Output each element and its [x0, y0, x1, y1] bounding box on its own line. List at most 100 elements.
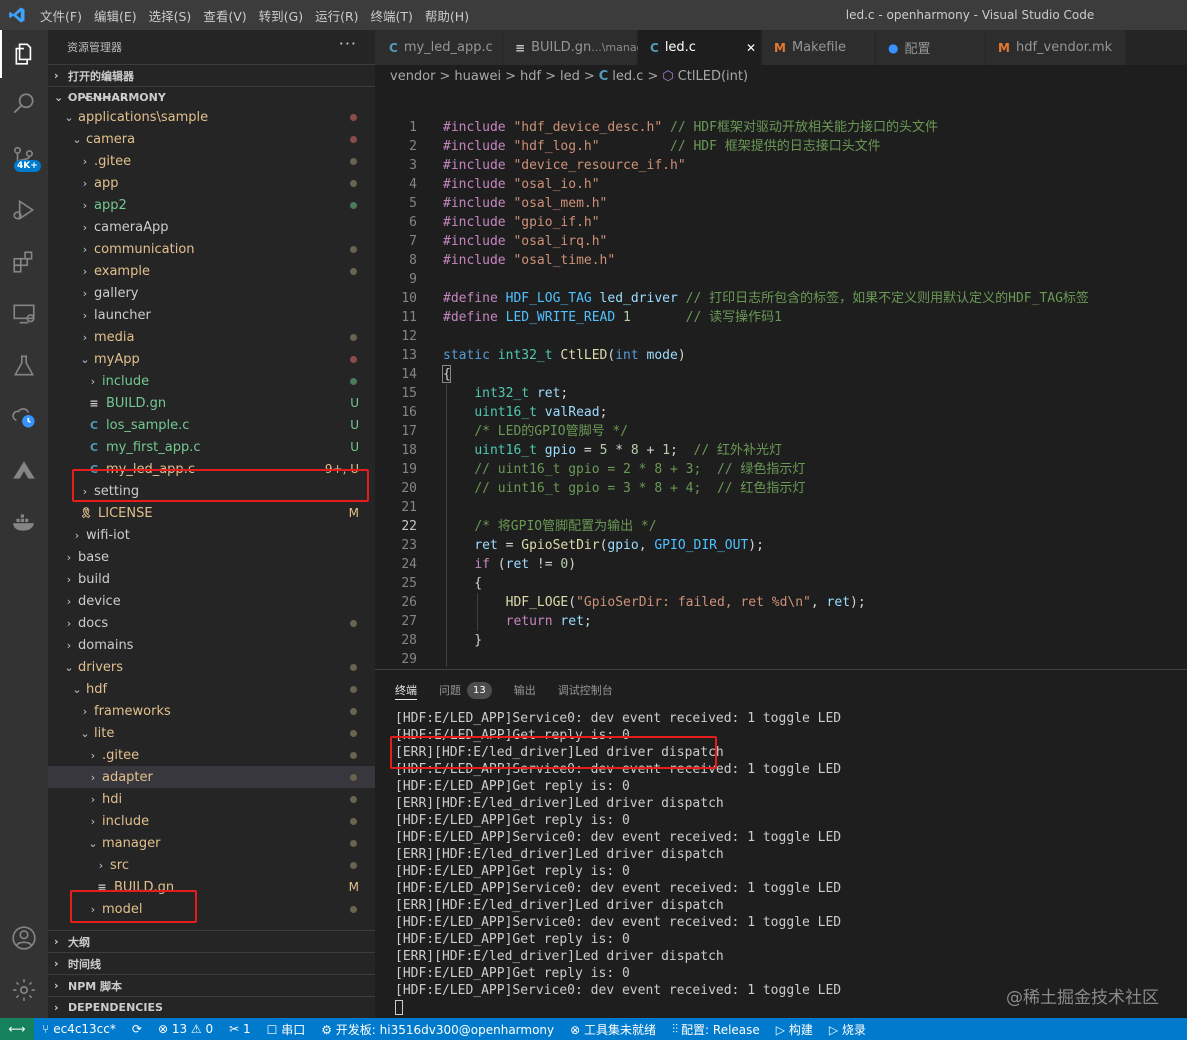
- board-status[interactable]: ⚙ 开发板: hi3516dv300@openharmony: [313, 1018, 562, 1040]
- timeline-section[interactable]: › 时间线: [48, 952, 375, 974]
- code-line[interactable]: #define LED_WRITE_READ 1 // 读写操作码1: [443, 308, 782, 327]
- tools-status[interactable]: ✂ 1: [221, 1018, 259, 1040]
- tree-item[interactable]: Clos_sample.c U: [48, 414, 375, 436]
- sync-status[interactable]: ⟳: [124, 1018, 150, 1040]
- code-line[interactable]: #include "osal_time.h": [443, 251, 615, 270]
- editor-tab[interactable]: M Makefile: [762, 30, 876, 65]
- menu-item-0[interactable]: 文件(F): [34, 6, 88, 25]
- menu-item-4[interactable]: 转到(G): [253, 6, 309, 25]
- menu-item-1[interactable]: 编辑(E): [88, 6, 143, 25]
- breadcrumb-item[interactable]: hdf: [520, 69, 541, 84]
- code-line[interactable]: #define HDF_LOG_TAG led_driver // 打印日志所包…: [443, 289, 1089, 308]
- code-line[interactable]: // uint16_t gpio = 2 * 8 + 3; // 绿色指示灯: [443, 460, 805, 479]
- code-line[interactable]: #include "osal_io.h": [443, 175, 600, 194]
- c-file-icon[interactable]: C: [599, 69, 609, 84]
- tab-output[interactable]: 输出: [514, 680, 536, 700]
- tree-item[interactable]: › app2: [48, 194, 375, 216]
- tree-item[interactable]: › .gitee: [48, 744, 375, 766]
- code-line[interactable]: HDF_LOGE("GpioSerDir: failed, ret %d\n",…: [443, 593, 866, 612]
- editor-tab[interactable]: ≡ BUILD.gn ...\manager: [503, 30, 655, 65]
- tree-item[interactable]: › launcher: [48, 304, 375, 326]
- tab-terminal[interactable]: 终端: [395, 680, 417, 700]
- tree-item[interactable]: 🎗 LICENSE M: [48, 502, 375, 524]
- editor-tab[interactable]: Mhdf_vendor.mk: [986, 30, 1126, 65]
- code-line[interactable]: ret = GpioSetDir(gpio, GPIO_DIR_OUT);: [443, 536, 764, 555]
- tree-item[interactable]: › build: [48, 568, 375, 590]
- code-line[interactable]: {: [443, 574, 482, 593]
- code-line[interactable]: #include "gpio_if.h": [443, 213, 600, 232]
- tree-item[interactable]: › media: [48, 326, 375, 348]
- explorer-icon[interactable]: [0, 30, 48, 78]
- breadcrumb-item[interactable]: CtlLED(int): [678, 69, 748, 84]
- code-line[interactable]: }: [443, 631, 482, 650]
- tree-item[interactable]: › include: [48, 810, 375, 832]
- timeline-cloud-icon[interactable]: [0, 394, 48, 442]
- run-debug-icon[interactable]: [0, 186, 48, 234]
- code-line[interactable]: #include "hdf_device_desc.h" // HDF框架对驱动…: [443, 118, 938, 137]
- menu-item-2[interactable]: 选择(S): [143, 6, 198, 25]
- build-button[interactable]: ▷ 构建: [768, 1018, 821, 1040]
- tree-item[interactable]: ⌄ myApp: [48, 348, 375, 370]
- outline-section[interactable]: › 大纲: [48, 930, 375, 952]
- code-line[interactable]: uint16_t gpio = 5 * 8 + 1; // 红外补光灯: [443, 441, 782, 460]
- tree-item[interactable]: › app: [48, 172, 375, 194]
- tree-item[interactable]: ⌄ lite: [48, 722, 375, 744]
- code-line[interactable]: static int32_t CtlLED(int mode): [443, 346, 686, 365]
- tree-item[interactable]: › base: [48, 546, 375, 568]
- tree-item[interactable]: › include: [48, 370, 375, 392]
- editor-tab[interactable]: ● 配置: [876, 30, 986, 65]
- tree-item[interactable]: ≡ BUILD.gn U: [48, 392, 375, 414]
- tree-item[interactable]: ›.vscode: [48, 96, 375, 106]
- remote-explorer-icon[interactable]: [0, 290, 48, 338]
- account-icon[interactable]: [0, 914, 48, 962]
- problems-status[interactable]: ⊗ 13 ⚠ 0: [150, 1018, 221, 1040]
- editor-tab[interactable]: Cmy_led_app.c: [375, 30, 503, 65]
- breadcrumb-item[interactable]: led: [560, 69, 580, 84]
- tree-item[interactable]: ⌄ manager: [48, 832, 375, 854]
- extensions-icon[interactable]: [0, 238, 48, 286]
- function-symbol-icon[interactable]: ⬡: [662, 69, 673, 84]
- more-actions-icon[interactable]: ···: [339, 34, 357, 53]
- code-line[interactable]: #include "device_resource_if.h": [443, 156, 686, 175]
- serial-status[interactable]: ☐ 串口: [259, 1018, 314, 1040]
- tree-item[interactable]: ⌄ hdf: [48, 678, 375, 700]
- testing-icon[interactable]: [0, 342, 48, 390]
- remote-indicator-icon[interactable]: ⟷: [0, 1018, 34, 1040]
- open-editors-section[interactable]: › 打开的编辑器: [48, 64, 375, 86]
- branch-status[interactable]: ⑂ ec4c13cc*: [34, 1018, 124, 1040]
- code-line[interactable]: #include "osal_irq.h": [443, 232, 607, 251]
- docker-icon[interactable]: [0, 498, 48, 546]
- code-line[interactable]: int32_t ret;: [443, 384, 568, 403]
- tree-item[interactable]: › hdi: [48, 788, 375, 810]
- tree-item[interactable]: › example: [48, 260, 375, 282]
- code-line[interactable]: /* 将GPIO管脚配置为输出 */: [443, 517, 656, 536]
- code-editor[interactable]: 1 #include "hdf_device_desc.h" // HDF框架对驱…: [375, 115, 1187, 667]
- code-line[interactable]: if (ret != 0): [443, 555, 576, 574]
- menu-item-3[interactable]: 查看(V): [197, 6, 252, 25]
- editor-tab[interactable]: Cled.c ✕: [638, 30, 762, 65]
- menu-item-7[interactable]: 帮助(H): [419, 6, 475, 25]
- tree-item[interactable]: Cmy_first_app.c U: [48, 436, 375, 458]
- code-line[interactable]: #include "osal_mem.h": [443, 194, 607, 213]
- code-line[interactable]: // uint16_t gpio = 3 * 8 + 4; // 红色指示灯: [443, 479, 805, 498]
- tree-item[interactable]: › communication: [48, 238, 375, 260]
- npm-scripts-section[interactable]: › NPM 脚本: [48, 974, 375, 996]
- tree-item[interactable]: › gallery: [48, 282, 375, 304]
- tree-item[interactable]: ⌄ drivers: [48, 656, 375, 678]
- code-line[interactable]: /* LED的GPIO管脚号 */: [443, 422, 628, 441]
- close-tab-icon[interactable]: ✕: [746, 41, 756, 55]
- settings-gear-icon[interactable]: [0, 966, 48, 1014]
- dependencies-section[interactable]: › DEPENDENCIES: [48, 996, 375, 1018]
- tree-item[interactable]: › wifi-iot: [48, 524, 375, 546]
- tree-item[interactable]: › device: [48, 590, 375, 612]
- code-line[interactable]: return ret;: [443, 612, 592, 631]
- tree-item[interactable]: › adapter: [48, 766, 375, 788]
- tree-item[interactable]: › domains: [48, 634, 375, 656]
- tree-item[interactable]: › .gitee: [48, 150, 375, 172]
- config-status[interactable]: ⫶⫶ 配置: Release: [664, 1018, 768, 1040]
- code-line[interactable]: #include "hdf_log.h" // HDF 框架提供的日志接口头文件: [443, 137, 881, 156]
- tab-debug-console[interactable]: 调试控制台: [558, 680, 613, 700]
- tree-item[interactable]: › docs: [48, 612, 375, 634]
- search-icon[interactable]: [0, 80, 48, 128]
- menu-item-6[interactable]: 终端(T): [365, 6, 419, 25]
